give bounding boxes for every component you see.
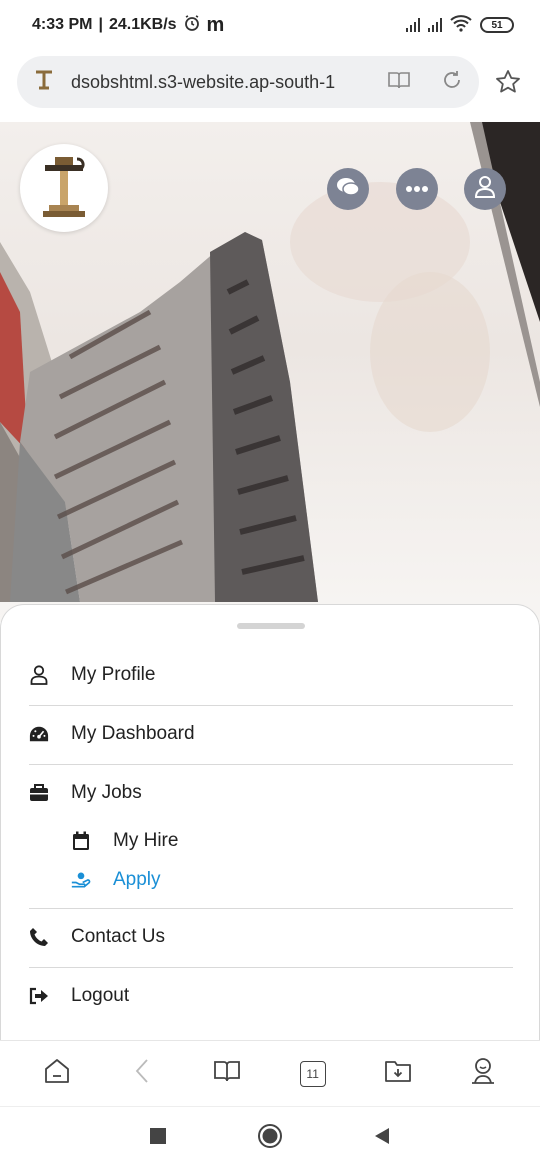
signal-icon — [406, 18, 420, 32]
reload-icon[interactable] — [441, 69, 463, 96]
back-button[interactable] — [122, 1054, 162, 1094]
menu-item-logout[interactable]: Logout — [29, 967, 513, 1025]
tab-count: 11 — [306, 1066, 319, 1081]
url-text[interactable]: dsobshtml.s3-website.ap-south-1 — [71, 72, 371, 93]
logout-icon — [29, 986, 49, 1006]
briefcase-icon — [29, 783, 49, 803]
back-system-button[interactable] — [373, 1126, 391, 1151]
user-icon — [474, 175, 496, 204]
book-icon — [213, 1059, 241, 1088]
alarm-icon — [183, 14, 201, 37]
menu-sheet: My Profile My Dashboard My Jobs My Hire … — [0, 604, 540, 1040]
reader-mode-icon[interactable] — [387, 70, 411, 95]
menu-item-my-profile[interactable]: My Profile — [29, 646, 513, 704]
tabs-icon: 11 — [299, 1060, 326, 1087]
status-time: 4:33 PM — [32, 16, 93, 33]
app-logo[interactable] — [20, 144, 108, 232]
user-icon — [29, 665, 49, 685]
chat-button[interactable] — [327, 168, 369, 210]
recents-button[interactable] — [149, 1127, 167, 1150]
menu-item-contact-us[interactable]: Contact Us — [29, 908, 513, 966]
chat-icon — [336, 176, 360, 203]
wifi-icon — [450, 14, 472, 37]
home-system-button[interactable] — [257, 1123, 283, 1154]
browser-toolbar: 11 — [0, 1040, 540, 1106]
status-speed: 24.1KB/s — [108, 16, 177, 33]
bookmarks-button[interactable] — [207, 1054, 247, 1094]
submenu-item-my-hire[interactable]: My Hire — [71, 823, 178, 859]
status-separator: | — [98, 16, 103, 33]
status-bar: 4:33 PM | 24.1KB/s m 51 — [0, 0, 540, 50]
system-navigation-bar — [0, 1106, 540, 1170]
home-icon — [43, 1058, 71, 1089]
chevron-left-icon — [134, 1058, 150, 1089]
ellipsis-icon — [405, 180, 429, 198]
battery-icon: 51 — [480, 17, 514, 33]
submenu-item-apply[interactable]: Apply — [71, 862, 161, 898]
sheet-drag-handle[interactable] — [237, 623, 305, 629]
bookmark-star-icon[interactable] — [490, 64, 526, 100]
profile-button[interactable] — [463, 1054, 503, 1094]
dashboard-icon — [29, 724, 49, 744]
downloads-button[interactable] — [378, 1054, 418, 1094]
menu-item-my-jobs[interactable]: My Jobs — [29, 764, 513, 822]
hero-image — [0, 122, 540, 622]
account-button[interactable] — [464, 168, 506, 210]
menu-item-my-dashboard[interactable]: My Dashboard — [29, 705, 513, 763]
profile-icon — [470, 1057, 496, 1090]
carrier-glyph: m — [206, 13, 225, 36]
download-folder-icon — [384, 1059, 412, 1088]
hand-user-icon — [71, 870, 91, 890]
calendar-icon — [71, 831, 91, 851]
more-options-button[interactable] — [396, 168, 438, 210]
address-bar[interactable]: dsobshtml.s3-website.ap-south-1 — [17, 56, 479, 108]
signal-icon-2 — [428, 18, 442, 32]
phone-icon — [29, 927, 49, 947]
home-button[interactable] — [37, 1054, 77, 1094]
tabs-button[interactable]: 11 — [293, 1054, 333, 1094]
site-favicon — [33, 68, 55, 97]
